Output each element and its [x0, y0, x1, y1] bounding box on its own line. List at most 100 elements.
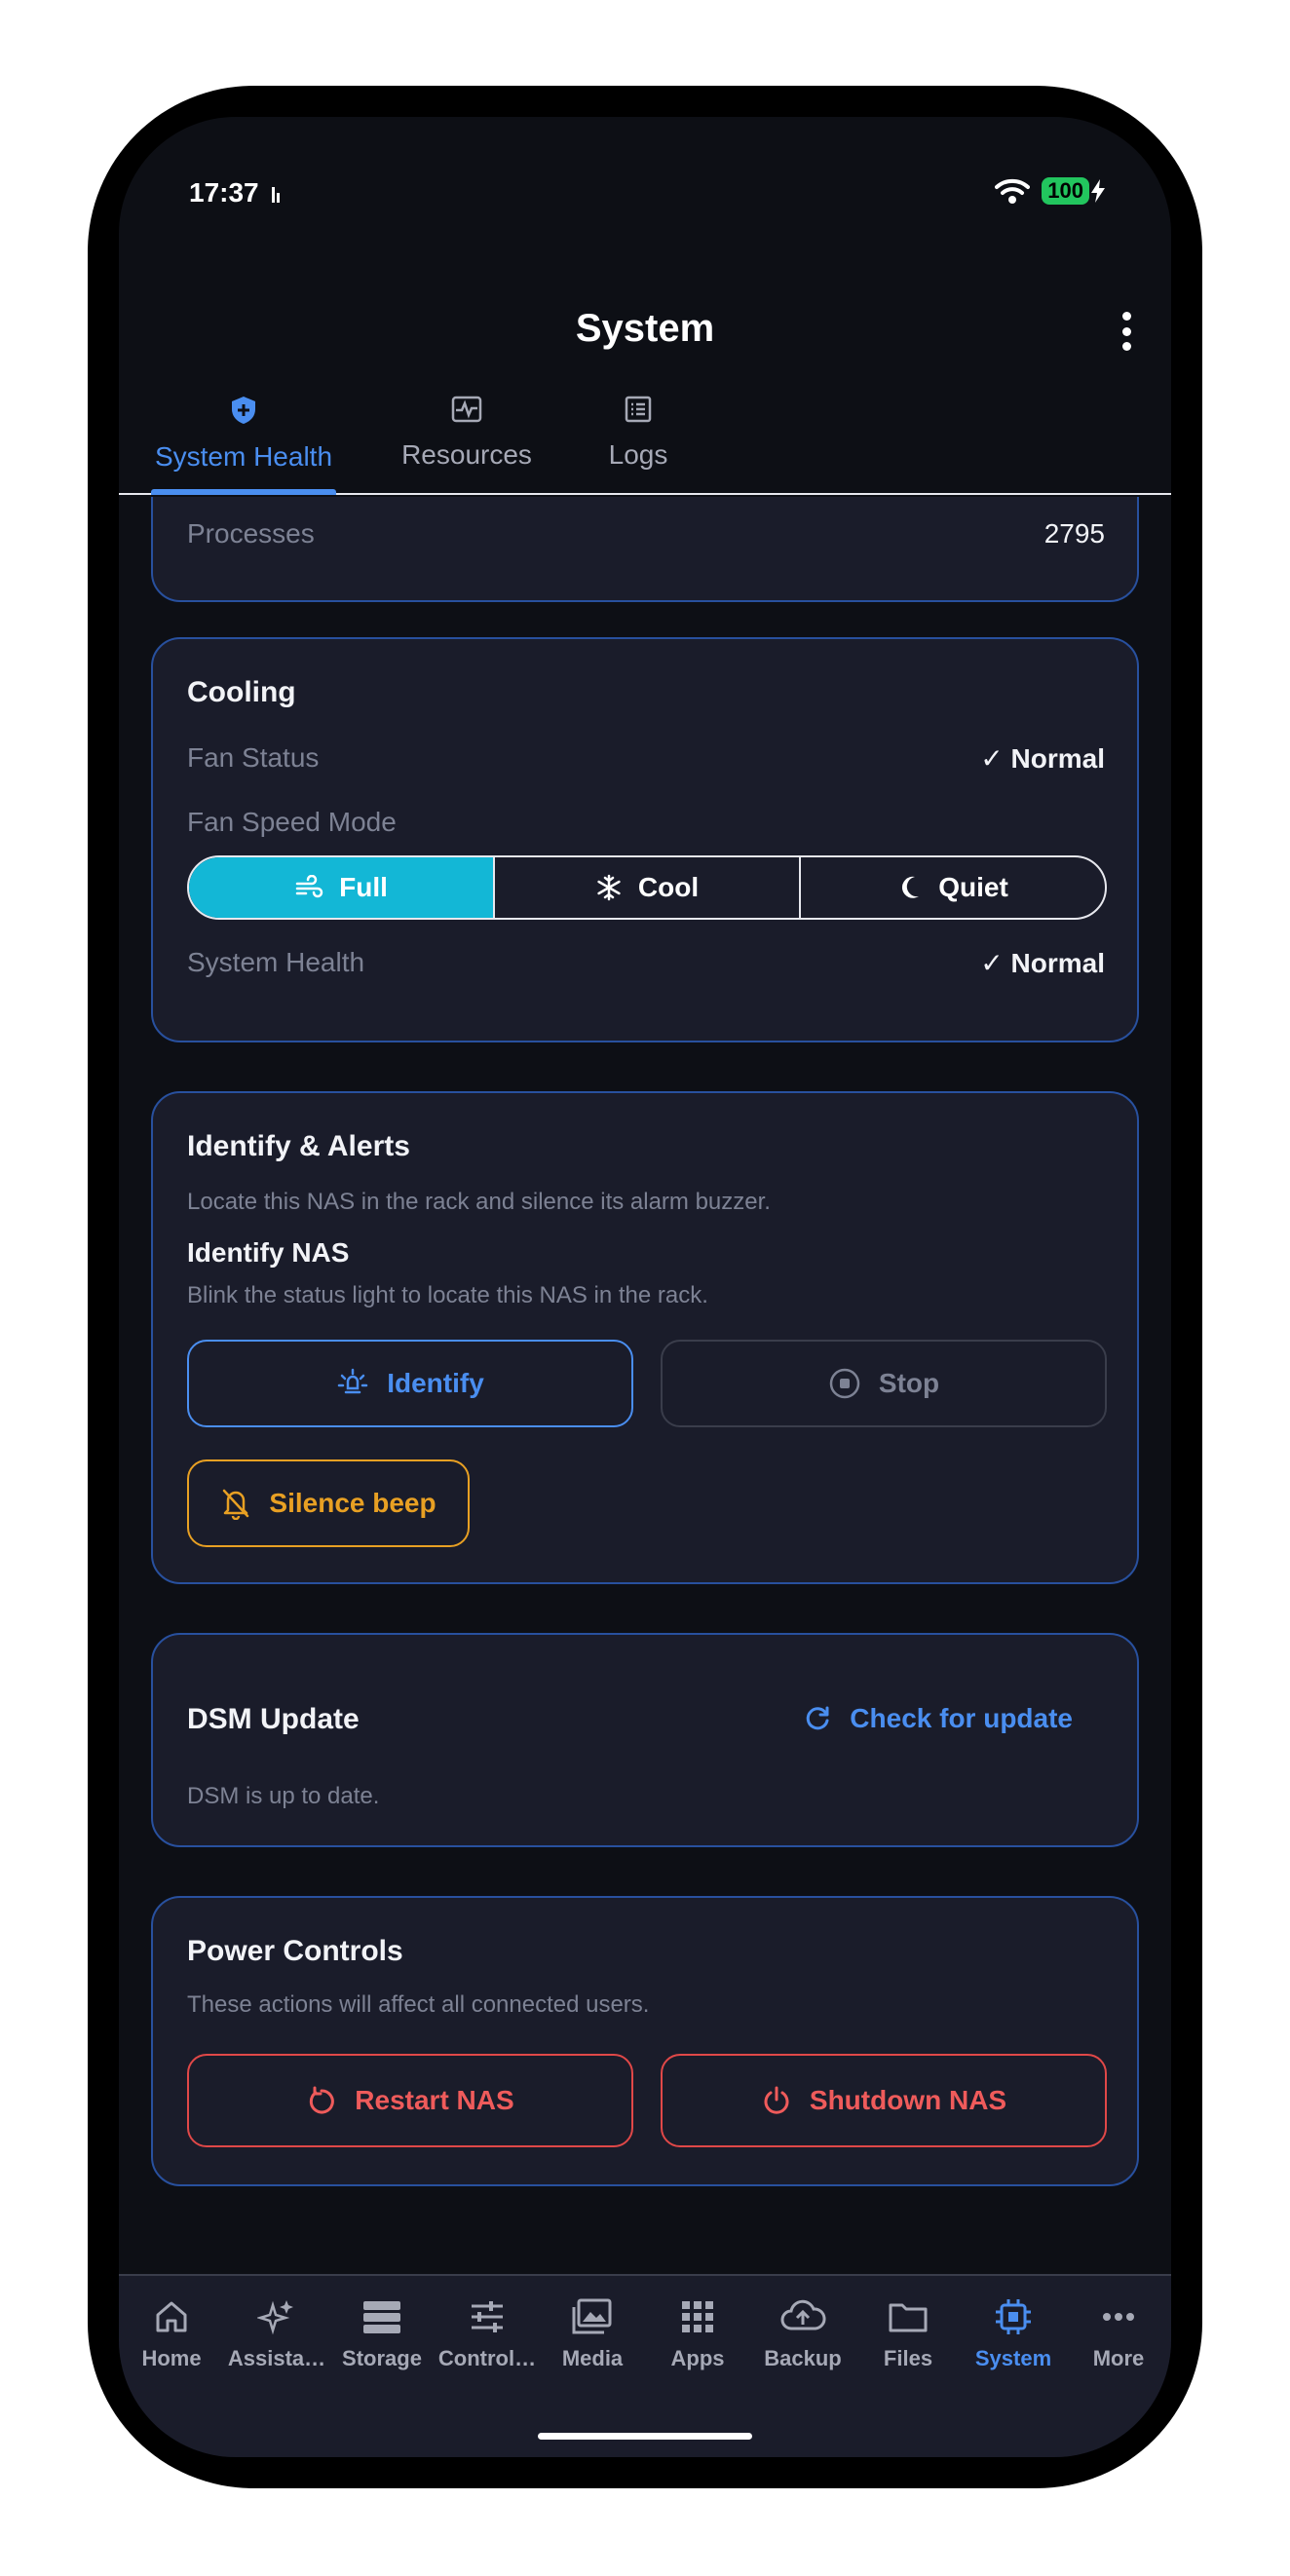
- tab-label: Logs: [608, 439, 668, 470]
- nav-files[interactable]: Files: [855, 2297, 961, 2371]
- sim-icon: [272, 187, 280, 203]
- nav-label: Files: [883, 2346, 933, 2370]
- status-right: 100: [995, 177, 1105, 205]
- nav-backup[interactable]: Backup: [750, 2297, 855, 2371]
- lightbulb-icon: [337, 1368, 368, 1394]
- fan-speed-mode-selector: Full Cool Quiet: [187, 855, 1107, 920]
- home-indicator[interactable]: [538, 2433, 752, 2440]
- system-health-label: System Health: [187, 947, 365, 977]
- identify-alerts-card: Identify & Alerts Locate this NAS in the…: [151, 1091, 1139, 1584]
- processes-card: Processes 2795: [151, 497, 1139, 602]
- kebab-icon[interactable]: [1117, 312, 1136, 351]
- media-icon: [572, 2298, 612, 2334]
- nav-media[interactable]: Media: [540, 2297, 645, 2371]
- processes-label: Processes: [187, 518, 315, 549]
- identify-button[interactable]: Identify: [187, 1340, 633, 1427]
- shield-plus-icon: [232, 397, 255, 424]
- nav-apps[interactable]: Apps: [645, 2297, 750, 2371]
- nav-control-panel[interactable]: Control…: [435, 2297, 540, 2371]
- identify-alerts-title: Identify & Alerts: [187, 1130, 410, 1162]
- tab-label: Resources: [401, 439, 532, 470]
- status-time: 17:37: [189, 177, 259, 208]
- tab-system-health[interactable]: System Health: [151, 395, 336, 473]
- active-tab-indicator: [151, 489, 336, 495]
- mode-cool-button[interactable]: Cool: [495, 857, 801, 918]
- bottom-nav: Home Assista… Storage Control… Media App…: [119, 2274, 1171, 2457]
- nav-label: Home: [141, 2346, 202, 2370]
- restart-nas-label: Restart NAS: [355, 2085, 514, 2115]
- nav-assistant[interactable]: Assista…: [224, 2297, 329, 2371]
- dsm-update-status: DSM is up to date.: [187, 1783, 380, 1809]
- snowflake-icon: [597, 874, 621, 901]
- stop-button-label: Stop: [878, 1368, 940, 1398]
- processes-value: 2795: [1043, 518, 1105, 549]
- nav-label: System: [974, 2346, 1052, 2370]
- folder-icon: [889, 2303, 928, 2332]
- apps-grid-icon: [682, 2301, 713, 2332]
- tab-label: System Health: [154, 441, 333, 472]
- identify-nas-title: Identify NAS: [187, 1237, 350, 1268]
- stop-button[interactable]: Stop: [661, 1340, 1107, 1427]
- mode-label: Quiet: [938, 872, 1008, 902]
- tab-logs[interactable]: Logs: [594, 395, 682, 471]
- bell-off-icon: [223, 1489, 249, 1520]
- fan-status-label: Fan Status: [187, 742, 320, 773]
- tab-resources[interactable]: Resources: [398, 395, 535, 471]
- silence-beep-label: Silence beep: [269, 1488, 436, 1518]
- fan-speed-mode-label: Fan Speed Mode: [187, 807, 397, 837]
- storage-icon: [363, 2301, 400, 2333]
- check-for-update-button[interactable]: Check for update: [803, 1703, 1073, 1734]
- nav-label: Media: [561, 2346, 624, 2370]
- dsm-update-title: DSM Update: [187, 1703, 360, 1735]
- shutdown-nas-label: Shutdown NAS: [809, 2085, 1007, 2115]
- identify-alerts-description: Locate this NAS in the rack and silence …: [187, 1189, 771, 1215]
- stop-circle-icon: [829, 1368, 860, 1399]
- restart-icon: [310, 2086, 335, 2114]
- wind-icon: [295, 875, 323, 898]
- identify-button-label: Identify: [387, 1368, 484, 1398]
- mode-quiet-button[interactable]: Quiet: [801, 857, 1105, 918]
- mode-label: Full: [339, 872, 388, 902]
- page-title: System: [575, 307, 715, 350]
- nav-storage[interactable]: Storage: [329, 2297, 435, 2371]
- phone-screen: 17:37 100 System System Health Resources: [119, 117, 1171, 2457]
- nav-label: More: [1092, 2346, 1145, 2370]
- cloud-upload-icon: [780, 2299, 826, 2330]
- nav-label: Apps: [670, 2346, 725, 2370]
- sliders-icon: [472, 2301, 503, 2332]
- more-icon: [1103, 2313, 1134, 2321]
- sparkles-icon: [257, 2300, 293, 2335]
- refresh-icon: [807, 1706, 829, 1730]
- silence-beep-button[interactable]: Silence beep: [187, 1459, 470, 1547]
- system-health-value: ✓ Normal: [980, 948, 1105, 978]
- nav-system[interactable]: System: [961, 2297, 1066, 2371]
- nav-home[interactable]: Home: [119, 2297, 224, 2371]
- restart-nas-button[interactable]: Restart NAS: [187, 2054, 633, 2147]
- charging-icon: [1091, 179, 1105, 203]
- power-icon: [764, 2086, 789, 2114]
- cooling-title: Cooling: [187, 676, 296, 708]
- identify-nas-description: Blink the status light to locate this NA…: [187, 1282, 708, 1308]
- tab-bar: System Health Resources Logs: [119, 395, 1171, 495]
- nav-label: Storage: [342, 2346, 422, 2370]
- check-for-update-label: Check for update: [850, 1703, 1073, 1733]
- power-controls-description: These actions will affect all connected …: [187, 1991, 650, 2018]
- power-controls-title: Power Controls: [187, 1935, 403, 1967]
- scroll-content[interactable]: Processes 2795 Cooling Fan Status ✓ Norm…: [119, 497, 1171, 2277]
- cpu-icon: [996, 2299, 1031, 2334]
- cooling-card: Cooling Fan Status ✓ Normal Fan Speed Mo…: [151, 637, 1139, 1042]
- home-icon: [156, 2301, 187, 2332]
- nav-more[interactable]: More: [1066, 2297, 1171, 2371]
- mode-label: Cool: [637, 872, 700, 902]
- list-icon: [625, 396, 652, 423]
- nav-label: Control…: [437, 2346, 537, 2370]
- pulse-chart-icon: [451, 396, 482, 423]
- wifi-icon: [995, 178, 1031, 204]
- dsm-update-card: DSM Update Check for update DSM is up to…: [151, 1633, 1139, 1847]
- power-controls-card: Power Controls These actions will affect…: [151, 1896, 1139, 2186]
- mode-full-button[interactable]: Full: [189, 857, 495, 918]
- shutdown-nas-button[interactable]: Shutdown NAS: [661, 2054, 1107, 2147]
- moon-icon: [902, 876, 920, 898]
- fan-status-value: ✓ Normal: [980, 743, 1105, 774]
- battery-indicator: 100: [1042, 177, 1089, 205]
